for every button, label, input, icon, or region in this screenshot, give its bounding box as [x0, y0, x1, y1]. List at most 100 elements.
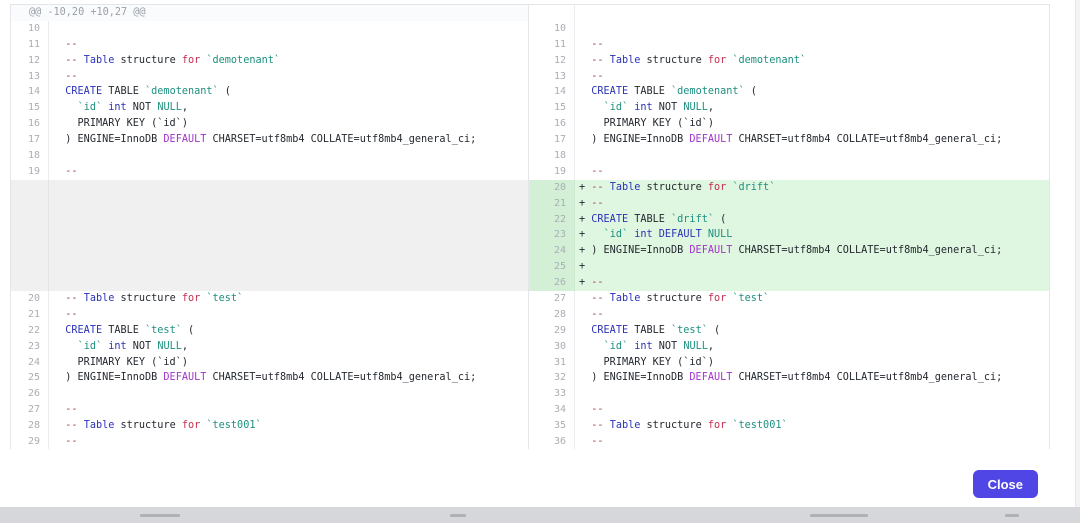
line-number: 12: [529, 53, 575, 69]
diff-line: 30 `id` int NOT NULL,: [529, 339, 1049, 355]
code-line: --: [49, 307, 528, 323]
line-number: 28: [529, 307, 575, 323]
diff-line: 18: [529, 148, 1049, 164]
code-line: + ) ENGINE=InnoDB DEFAULT CHARSET=utf8mb…: [575, 243, 1049, 259]
code-line: [49, 227, 528, 243]
code-line: [49, 386, 528, 402]
line-number: 20: [529, 180, 575, 196]
hunk-header-row: @@ -10,20 +10,27 @@: [11, 5, 528, 21]
spacer-row: [11, 212, 528, 228]
code-line: --: [49, 434, 528, 450]
diff-line: 24 PRIMARY KEY (`id`): [11, 355, 528, 371]
line-number: 21: [529, 196, 575, 212]
code-line: + -- Table structure for `drift`: [575, 180, 1049, 196]
scrollbar-track[interactable]: [1075, 0, 1080, 507]
diff-line: 22 CREATE TABLE `test` (: [11, 323, 528, 339]
diff-line: 27 --: [11, 402, 528, 418]
line-number: [529, 5, 575, 21]
line-number: 26: [11, 386, 49, 402]
diff-line: 10: [529, 21, 1049, 37]
line-number: [11, 212, 49, 228]
code-line: [575, 148, 1049, 164]
code-line: [49, 259, 528, 275]
line-number: [11, 275, 49, 291]
modal-footer: Close: [0, 449, 1080, 507]
diff-line: 19 --: [529, 164, 1049, 180]
code-line: [49, 275, 528, 291]
diff-line: 19 --: [11, 164, 528, 180]
line-number: 28: [11, 418, 49, 434]
code-line: [49, 180, 528, 196]
code-line: [575, 5, 1049, 21]
diff-line: 25 ) ENGINE=InnoDB DEFAULT CHARSET=utf8m…: [11, 370, 528, 386]
code-line: ) ENGINE=InnoDB DEFAULT CHARSET=utf8mb4 …: [49, 370, 528, 386]
line-number: 17: [11, 132, 49, 148]
diff-line: 16 PRIMARY KEY (`id`): [529, 116, 1049, 132]
diff-line: 20 -- Table structure for `test`: [11, 291, 528, 307]
diff-line: 18: [11, 148, 528, 164]
code-line: [49, 196, 528, 212]
diff-line: 26: [11, 386, 528, 402]
code-line: [49, 21, 528, 37]
diff-line: 21+ --: [529, 196, 1049, 212]
line-number: 24: [11, 355, 49, 371]
diff-pane-old: @@ -10,20 +10,27 @@10 11 --12 -- Table s…: [11, 5, 528, 450]
line-number: 18: [11, 148, 49, 164]
code-line: --: [49, 37, 528, 53]
line-number: 13: [11, 69, 49, 85]
line-number: 24: [529, 243, 575, 259]
line-number: 10: [11, 21, 49, 37]
line-number: 23: [529, 227, 575, 243]
diff-line: 14 CREATE TABLE `demotenant` (: [11, 84, 528, 100]
code-line: -- Table structure for `test`: [49, 291, 528, 307]
code-line: PRIMARY KEY (`id`): [49, 355, 528, 371]
line-number: [11, 180, 49, 196]
diff-line: 32 ) ENGINE=InnoDB DEFAULT CHARSET=utf8m…: [529, 370, 1049, 386]
diff-line: 13 --: [529, 69, 1049, 85]
diff-line: 29 CREATE TABLE `test` (: [529, 323, 1049, 339]
line-number: 29: [11, 434, 49, 450]
spacer-row: [11, 259, 528, 275]
diff-line: 36 --: [529, 434, 1049, 450]
line-number: 22: [529, 212, 575, 228]
backdrop-artifact: [140, 514, 180, 517]
diff-line: 23 `id` int NOT NULL,: [11, 339, 528, 355]
code-line: + CREATE TABLE `drift` (: [575, 212, 1049, 228]
diff-pane-new: 10 11 --12 -- Table structure for `demot…: [528, 5, 1049, 450]
line-number: 11: [11, 37, 49, 53]
line-number: 15: [529, 100, 575, 116]
diff-table: @@ -10,20 +10,27 @@10 11 --12 -- Table s…: [10, 4, 1050, 451]
code-line: ) ENGINE=InnoDB DEFAULT CHARSET=utf8mb4 …: [575, 132, 1049, 148]
diff-line: 11 --: [11, 37, 528, 53]
diff-line: 35 -- Table structure for `test001`: [529, 418, 1049, 434]
line-number: 21: [11, 307, 49, 323]
code-line: --: [575, 37, 1049, 53]
spacer-row: [11, 196, 528, 212]
code-line: --: [49, 402, 528, 418]
backdrop-artifact: [450, 514, 466, 517]
code-line: -- Table structure for `test001`: [49, 418, 528, 434]
diff-line: 28 -- Table structure for `test001`: [11, 418, 528, 434]
diff-line: 17 ) ENGINE=InnoDB DEFAULT CHARSET=utf8m…: [529, 132, 1049, 148]
line-number: 11: [529, 37, 575, 53]
diff-line: 29 --: [11, 434, 528, 450]
screen: @@ -10,20 +10,27 @@10 11 --12 -- Table s…: [0, 0, 1080, 523]
line-number: 26: [529, 275, 575, 291]
line-number: 31: [529, 355, 575, 371]
line-number: 17: [529, 132, 575, 148]
code-line: --: [49, 69, 528, 85]
diff-line: 23+ `id` int DEFAULT NULL: [529, 227, 1049, 243]
page-backdrop: [0, 507, 1080, 523]
diff-line: 24+ ) ENGINE=InnoDB DEFAULT CHARSET=utf8…: [529, 243, 1049, 259]
code-line: PRIMARY KEY (`id`): [575, 116, 1049, 132]
code-line: [49, 243, 528, 259]
line-number: 25: [11, 370, 49, 386]
code-line: --: [49, 164, 528, 180]
close-button[interactable]: Close: [973, 470, 1038, 498]
code-line: -- Table structure for `demotenant`: [575, 53, 1049, 69]
line-number: 20: [11, 291, 49, 307]
line-number: 33: [529, 386, 575, 402]
line-number: [11, 259, 49, 275]
line-number: 19: [529, 164, 575, 180]
code-line: PRIMARY KEY (`id`): [575, 355, 1049, 371]
